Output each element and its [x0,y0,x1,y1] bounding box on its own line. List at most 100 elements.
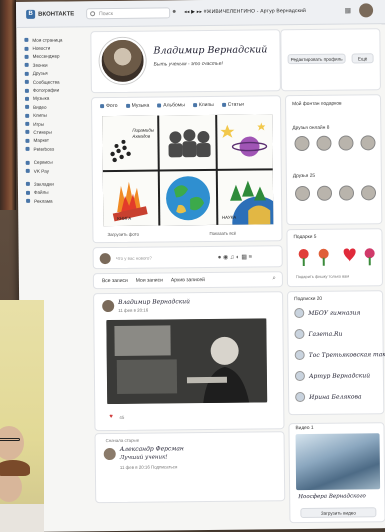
media-tab-icon [192,103,197,108]
search-input[interactable]: Поиск [86,7,171,20]
sidebar-item-icon [25,121,30,127]
gift-icons[interactable] [294,243,378,268]
media-tab[interactable]: Клипы [192,102,214,108]
upload-video-button[interactable]: Загрузить видео [300,507,377,519]
composer-input[interactable]: Что у вас нового? [116,256,152,261]
subscription-avatar [294,328,305,340]
feed-tabs: Все записи Мои записи Архив записей ⌕ [92,271,284,290]
glasses-icon [0,438,20,441]
student-shirt [0,504,44,532]
friend-avatar[interactable] [294,185,311,202]
feed-tab[interactable]: Архив записей [171,277,205,283]
feed-tab[interactable]: Мои записи [136,277,163,283]
subscription-item[interactable]: МБОУ гимназия [294,307,361,319]
photo-cell-planet[interactable] [216,114,273,169]
music-player[interactable]: ◂◂ ▶ ▸▸ #ЖИВИЧЕЛЕНГИНО - Артур Вернадски… [184,8,306,15]
friend-avatar[interactable] [338,135,354,151]
sidebar-item-icon [24,80,29,85]
subscription-avatar [294,349,305,361]
avatar [103,447,116,461]
media-tab[interactable]: Фото [100,103,118,109]
subscription-item[interactable]: Тос Третьяковская так [294,349,385,361]
bell-icon[interactable]: ● [172,8,176,15]
comments-sort[interactable]: Сначала старые [106,438,140,443]
search-icon[interactable]: ⌕ [273,275,276,282]
photo-cell-busts[interactable] [159,114,216,170]
media-tab-icon [221,102,226,107]
top-bar: B ВКОНТАКТЕ Поиск ● ◂◂ ▶ ▸▸ #ЖИВИЧЕЛЕНГИ… [16,0,385,28]
media-tab-icon [125,103,130,108]
sidebar-item-icon [25,160,30,165]
friend-avatar[interactable] [316,135,332,151]
composer-attach-icons[interactable]: ● ◉ ♫ ◐ ▦ ≡ [218,254,253,261]
friends-label: Друзья [292,173,309,180]
more-button[interactable]: Ещё [351,53,374,64]
video-title: Видео 1 [295,426,313,431]
photo-cell-fire[interactable]: КНИГА [102,171,159,227]
sidebar-item-icon [25,113,30,118]
sidebar-item-label: Моя страница [32,37,63,43]
gifts-label: Подарки [293,234,313,241]
media-tab-label: Фото [106,102,118,110]
media-tab-label: Статьи [227,101,245,108]
feed-tab[interactable]: Все записи [102,278,128,284]
sidebar-item-icon [24,63,29,68]
subscription-name: МБОУ гимназия [308,308,361,317]
upload-photo-link[interactable]: Загрузить фото [107,232,139,237]
comment-author[interactable]: Александр Ферсман [120,445,184,453]
subscription-name: Артур Вернадский [308,371,371,380]
gift-link[interactable]: Подарить фишку только вам [296,274,349,280]
logo: B ВКОНТАКТЕ [26,9,74,19]
photo-cell-trees[interactable]: НАУКА [217,170,274,225]
edit-profile-button[interactable]: Редактировать профиль [287,53,346,65]
sidebar-item-icon [25,182,30,187]
profile-avatar[interactable] [99,37,146,85]
dots-drawing-icon [110,139,131,163]
player-controls-icon: ◂◂ ▶ ▸▸ [184,9,204,16]
sidebar-item-icon [25,130,30,135]
sidebar-item-label: Маркет [33,138,50,144]
video-count: 1 [310,425,314,431]
video-thumbnail[interactable] [295,433,381,491]
friend-avatar[interactable] [294,135,310,152]
photo-cell-pyramids[interactable]: Пирамиды Ахмадов [102,115,159,171]
sidebar-item[interactable]: Реклама [26,196,88,205]
avatar[interactable] [359,3,374,18]
sidebar-item-icon [24,71,29,76]
media-tab[interactable]: Альбомы [157,102,185,108]
like-icon[interactable]: ♥ [109,414,113,420]
apps-icon[interactable]: ▦ [344,6,351,14]
flower-icon [318,248,329,266]
subscription-item[interactable]: Газета.Ru [294,328,342,340]
sidebar: Моя страница Новости Мессенджер Звонки Друзь… [24,35,88,205]
profile-status[interactable]: Быть ученым - это счастье! [154,61,223,68]
friend-avatar[interactable] [360,135,376,151]
student-face [0,426,24,460]
subscriptions-card: Подписки 20 МБОУ гимназия Газета.Ru Тос Тр… [287,290,385,416]
video-label: Видео [295,425,310,432]
sidebar-item-label: Закладки [33,181,54,187]
sidebar-item-label: Сервисы [33,159,53,165]
media-tab[interactable]: Музыка [125,103,149,109]
friend-avatar[interactable] [338,185,355,201]
friends-card: Мой фонтан подарков Друзья онлайн 8 Друз… [284,94,383,226]
sidebar-item-label: Игры [33,121,45,127]
video-caption[interactable]: Ноосфера Вернадского [298,493,366,500]
post-photo[interactable] [106,318,268,405]
fund-title[interactable]: Мой фонтан подарков [292,102,342,108]
sidebar-item-label: Мессенджер [32,54,60,60]
photo-tag: КНИГА [117,215,132,221]
friend-avatar[interactable] [316,185,333,201]
post-author[interactable]: Владимир Вернадский [118,298,190,306]
sidebar-item-icon [26,199,31,204]
subscriptions-title: Подписки 20 [294,297,322,302]
student-hair [0,460,30,476]
heart-icon [343,248,356,262]
subscription-item[interactable]: Артур Вернадский [294,370,371,382]
photo-cell-earth[interactable] [160,170,217,226]
media-tab[interactable]: Статьи [221,101,245,108]
show-all-link[interactable]: Показать всё [209,231,236,236]
subscription-item[interactable]: Ирина Белякова [295,391,362,403]
student-face [0,472,22,502]
friend-avatar[interactable] [360,185,377,201]
